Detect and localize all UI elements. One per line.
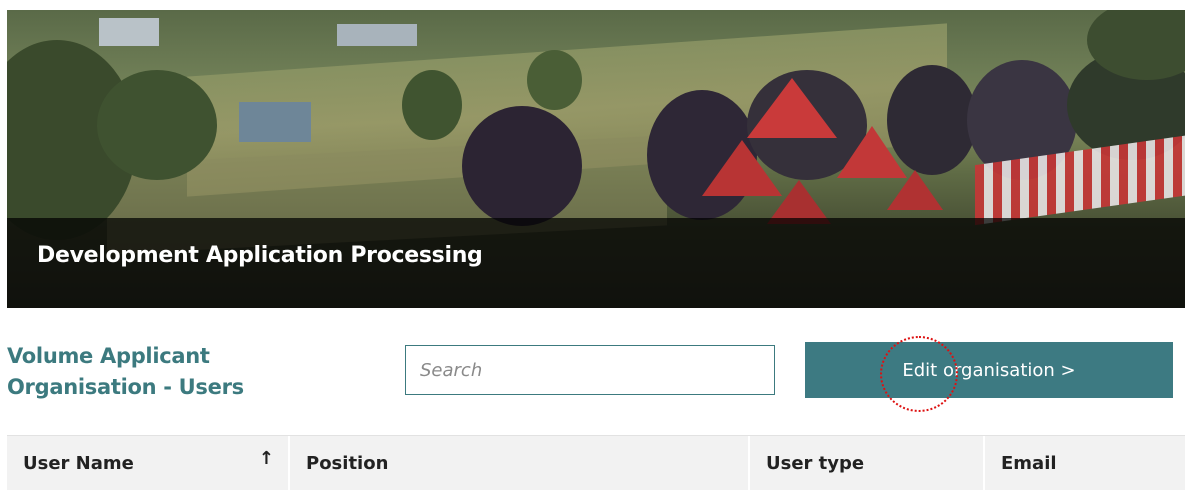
- page-title: Volume Applicant Organisation - Users: [7, 344, 244, 399]
- hero-house: [337, 24, 417, 46]
- hero-tree: [402, 70, 462, 140]
- hero-title: Development Application Processing: [37, 243, 483, 268]
- hero-red-triangle: [747, 78, 837, 138]
- search-input[interactable]: [405, 345, 775, 395]
- column-header-label: User type: [766, 452, 865, 474]
- hero-tree: [462, 106, 582, 226]
- column-header-label: User Name: [23, 452, 134, 474]
- column-header-label: Position: [306, 452, 389, 474]
- edit-organisation-button[interactable]: Edit organisation >: [805, 342, 1173, 398]
- hero-house: [99, 18, 159, 46]
- sort-ascending-icon[interactable]: ↑: [259, 448, 274, 469]
- hero-tree: [527, 50, 582, 110]
- column-header-email[interactable]: Email: [985, 436, 1185, 490]
- column-header-user-name[interactable]: User Name ↑: [7, 436, 290, 490]
- column-header-user-type[interactable]: User type: [750, 436, 985, 490]
- hero-red-triangle: [887, 170, 943, 210]
- column-header-label: Email: [1001, 452, 1057, 474]
- users-table-header: User Name ↑ Position User type Email: [7, 435, 1185, 490]
- hero-house: [239, 102, 311, 142]
- hero-tree: [97, 70, 217, 180]
- column-header-position[interactable]: Position: [290, 436, 750, 490]
